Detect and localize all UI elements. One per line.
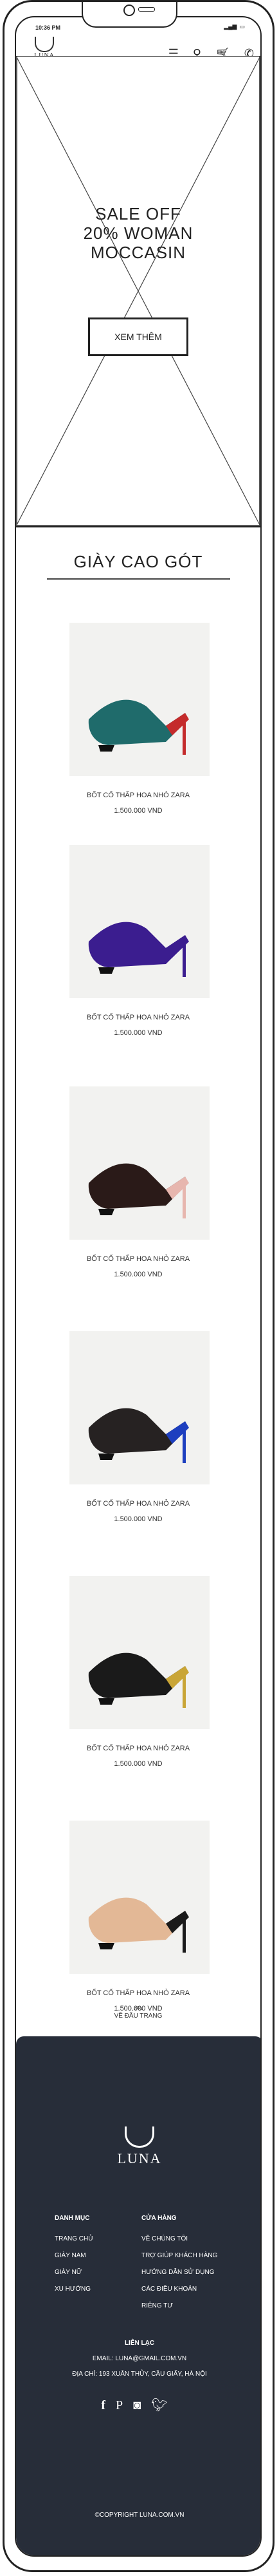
- section-title: GIÀY CAO GÓT: [73, 552, 203, 571]
- hero-placeholder-image: [16, 56, 260, 526]
- contact-heading: LIÊN LẠC: [124, 2340, 155, 2347]
- product-image[interactable]: [69, 1331, 210, 1484]
- footer-link-about[interactable]: VỀ CHÚNG TÔI: [141, 2231, 217, 2248]
- camera-icon: [123, 5, 135, 16]
- product-price: 1.500.000 VND: [114, 1515, 163, 1523]
- footer-store-column: CỬA HÀNG VỀ CHÚNG TÔI TRỢ GIÚP KHÁCH HÀN…: [141, 2210, 217, 2315]
- status-time: 10:36 PM: [35, 24, 61, 31]
- footer-link-trends[interactable]: XU HƯỚNG: [55, 2281, 93, 2298]
- product-name[interactable]: BỐT CỔ THẤP HOA NHỎ ZARA: [16, 1745, 260, 1752]
- product-image[interactable]: [69, 1576, 210, 1729]
- facebook-icon[interactable]: f: [101, 2398, 116, 2412]
- moon-logo-icon: [125, 2126, 154, 2148]
- footer-col-heading: CỬA HÀNG: [141, 2215, 177, 2222]
- section-divider: [47, 578, 230, 580]
- product-image[interactable]: [69, 1086, 210, 1240]
- battery-icon: ▭: [239, 23, 245, 30]
- product-price: 1.500.000 VND: [114, 1029, 163, 1037]
- product-name[interactable]: BỐT CỔ THẤP HOA NHỎ ZARA: [16, 1989, 260, 1997]
- footer-link-men-shoes[interactable]: GIÀY NAM: [55, 2248, 93, 2264]
- twitter-icon[interactable]: 🐦︎: [151, 2398, 177, 2412]
- product-image[interactable]: [69, 623, 210, 776]
- moon-logo-icon: [35, 37, 54, 52]
- footer-link-guide[interactable]: HƯỚNG DẪN SỬ DỤNG: [141, 2264, 217, 2281]
- hero-line-3: MOCCASIN: [90, 243, 186, 262]
- product-name[interactable]: BỐT CỔ THẤP HOA NHỎ ZARA: [16, 1255, 260, 1263]
- footer-link-home[interactable]: TRANG CHỦ: [55, 2231, 93, 2248]
- footer-category-column: DANH MỤC TRANG CHỦ GIÀY NAM GIÀY NỮ XU H…: [55, 2210, 93, 2298]
- volume-down-button: [3, 111, 4, 133]
- pinterest-icon[interactable]: P: [116, 2398, 133, 2412]
- product-name[interactable]: BỐT CỔ THẤP HOA NHỎ ZARA: [16, 1014, 260, 1021]
- contact-address: ĐỊA CHỈ: 193 XUÂN THỦY, CẦU GIẤY, HÀ NỘI: [72, 2371, 207, 2378]
- product-name[interactable]: BỐT CỔ THẤP HOA NHỎ ZARA: [16, 791, 260, 799]
- social-links: fP◙🐦︎: [16, 2397, 260, 2413]
- back-to-top-label: VỀ ĐẦU TRANG: [114, 2012, 163, 2020]
- footer-link-privacy[interactable]: RIÊNG TƯ: [141, 2298, 217, 2315]
- phone-screen: 10:36 PM ▂▄▆ ▭ LUNA ☰ ⚲ 🛒︎ ✆: [15, 16, 262, 2557]
- footer-col-heading: DANH MỤC: [55, 2215, 90, 2222]
- footer-link-support[interactable]: TRỢ GIÚP KHÁCH HÀNG: [141, 2248, 217, 2264]
- copyright: ©COPYRIGHT LUNA.COM.VN: [94, 2512, 184, 2519]
- product-price: 1.500.000 VND: [114, 1271, 163, 1278]
- hero-headline: SALE OFF 20% WOMAN MOCCASIN: [16, 204, 260, 262]
- power-button: [273, 105, 274, 144]
- product-price: 1.500.000 VND: [114, 1760, 163, 1768]
- hero-line-1: SALE OFF: [95, 204, 181, 223]
- phone-frame: 10:36 PM ▂▄▆ ▭ LUNA ☰ ⚲ 🛒︎ ✆: [3, 0, 274, 2572]
- product-image[interactable]: [69, 845, 210, 998]
- product-price: 1.500.000 VND: [114, 807, 163, 815]
- signal-icon: ▂▄▆: [224, 23, 237, 30]
- phone-notch: [82, 2, 177, 28]
- footer-contact: LIÊN LẠC EMAIL: LUNA@GMAIL.COM.VN ĐỊA CH…: [16, 2336, 260, 2382]
- site-footer: LUNA DANH MỤC TRANG CHỦ GIÀY NAM GIÀY NỮ…: [16, 2036, 260, 2555]
- contact-email[interactable]: EMAIL: LUNA@GMAIL.COM.VN: [16, 2351, 260, 2367]
- product-image[interactable]: [69, 1821, 210, 1974]
- footer-link-terms[interactable]: CÁC ĐIỀU KHOẢN: [141, 2281, 217, 2298]
- speaker-icon: [138, 7, 155, 12]
- footer-link-women-shoes[interactable]: GIÀY NỮ: [55, 2264, 93, 2281]
- volume-up-button: [3, 79, 4, 101]
- back-to-top-link[interactable]: ︽ VỀ ĐẦU TRANG: [16, 2000, 260, 2020]
- instagram-icon[interactable]: ◙: [133, 2398, 151, 2412]
- see-more-button[interactable]: XEM THÊM: [88, 317, 188, 356]
- status-icons: ▂▄▆ ▭: [224, 23, 245, 30]
- hero-line-2: 20% WOMAN: [83, 223, 194, 243]
- product-name[interactable]: BỐT CỔ THẤP HOA NHỎ ZARA: [16, 1500, 260, 1508]
- hero-banner: SALE OFF 20% WOMAN MOCCASIN XEM THÊM: [16, 56, 260, 527]
- footer-brand-name: LUNA: [117, 2150, 162, 2166]
- footer-logo[interactable]: LUNA: [16, 2126, 260, 2167]
- double-chevron-up-icon: ︽: [134, 2001, 143, 2011]
